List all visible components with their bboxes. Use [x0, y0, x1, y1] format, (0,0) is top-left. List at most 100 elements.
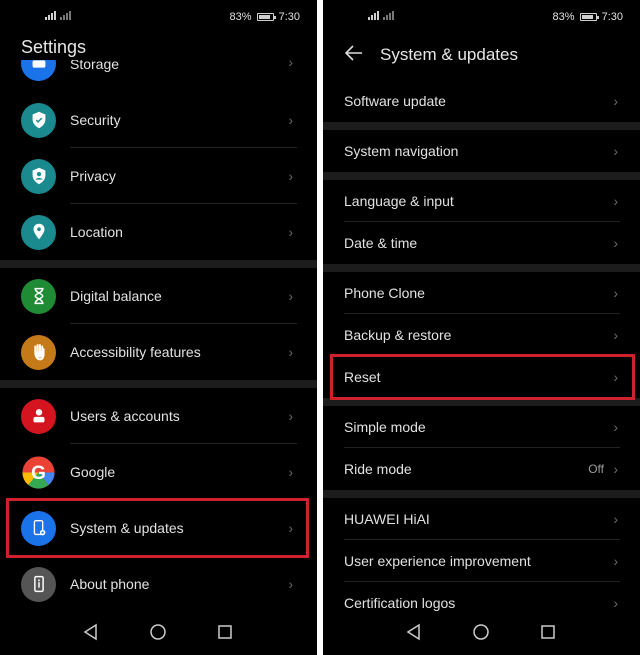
item-label: Reset: [344, 369, 381, 385]
chevron-right-icon: ›: [613, 285, 618, 301]
chevron-right-icon: ›: [288, 60, 293, 70]
phone-gear-icon: [21, 510, 56, 546]
item-label: Users & accounts: [70, 408, 180, 424]
chevron-right-icon: ›: [613, 461, 618, 477]
item-value: Off: [588, 462, 604, 476]
navigation-bar: [323, 623, 640, 643]
battery-percent: 83%: [229, 11, 252, 23]
group-separator: [323, 264, 640, 272]
item-label: Location: [70, 224, 123, 240]
menu-item-date-time[interactable]: Date & time ›: [323, 222, 640, 264]
chevron-right-icon: ›: [613, 193, 618, 209]
clock: 7:30: [278, 11, 300, 23]
svg-text:G: G: [31, 463, 46, 484]
item-label: Security: [70, 112, 121, 128]
group-separator: [323, 172, 640, 180]
item-label: Language & input: [344, 193, 454, 209]
group-separator: [0, 380, 317, 388]
settings-list: Storage › Security › Privacy › Location › Digita…: [0, 60, 317, 612]
menu-item-software-update[interactable]: Software update ›: [323, 80, 640, 122]
settings-item-digital-balance[interactable]: Digital balance ›: [0, 268, 317, 324]
item-label: Software update: [344, 93, 446, 109]
chevron-right-icon: ›: [288, 408, 293, 424]
settings-item-storage[interactable]: Storage ›: [0, 60, 317, 86]
item-label: Ride mode: [344, 461, 412, 477]
settings-item-system-updates[interactable]: System & updates ›: [0, 500, 317, 556]
hand-icon: [21, 334, 56, 370]
back-nav-icon[interactable]: [82, 623, 100, 641]
settings-item-google[interactable]: G Google ›: [0, 444, 317, 500]
group-separator: [323, 122, 640, 130]
settings-item-accessibility-features[interactable]: Accessibility features ›: [0, 324, 317, 380]
page-title: Settings: [21, 37, 87, 57]
item-label: Simple mode: [344, 419, 426, 435]
item-label: System navigation: [344, 143, 459, 159]
item-label: Certification logos: [344, 595, 456, 611]
chevron-right-icon: ›: [613, 327, 618, 343]
chevron-right-icon: ›: [613, 143, 618, 159]
menu-item-ride-mode[interactable]: Ride mode Off ›: [323, 448, 640, 490]
settings-item-privacy[interactable]: Privacy ›: [0, 148, 317, 204]
storage-icon: [21, 60, 56, 81]
menu-item-reset[interactable]: Reset ›: [323, 356, 640, 398]
privacy-shield-icon: [21, 158, 56, 194]
settings-item-security[interactable]: Security ›: [0, 92, 317, 148]
back-nav-icon[interactable]: [405, 623, 423, 641]
settings-item-location[interactable]: Location ›: [0, 204, 317, 260]
settings-item-about-phone[interactable]: About phone ›: [0, 556, 317, 612]
settings-item-users-accounts[interactable]: Users & accounts ›: [0, 388, 317, 444]
menu-item-backup-restore[interactable]: Backup & restore ›: [323, 314, 640, 356]
item-label: Accessibility features: [70, 344, 201, 360]
chevron-right-icon: ›: [288, 576, 293, 592]
group-separator: [323, 490, 640, 498]
system-updates-list: Software update › System navigation › Langua…: [323, 80, 640, 624]
shield-check-icon: [21, 102, 56, 138]
menu-item-system-navigation[interactable]: System navigation ›: [323, 130, 640, 172]
clock: 7:30: [601, 11, 623, 23]
item-label: Storage: [70, 60, 120, 72]
google-icon: G: [21, 455, 56, 490]
back-arrow-icon[interactable]: [343, 42, 365, 64]
menu-item-huawei-hiai[interactable]: HUAWEI HiAI ›: [323, 498, 640, 540]
navigation-bar: [0, 623, 317, 643]
battery-icon: [579, 13, 599, 21]
status-bar: 83% 7:30: [0, 8, 317, 28]
recents-nav-icon[interactable]: [539, 623, 557, 641]
item-label: Privacy: [70, 168, 116, 184]
group-separator: [323, 398, 640, 406]
home-nav-icon[interactable]: [472, 623, 490, 641]
chevron-right-icon: ›: [288, 288, 293, 304]
location-pin-icon: [21, 214, 56, 250]
menu-item-certification-logos[interactable]: Certification logos ›: [323, 582, 640, 624]
menu-item-simple-mode[interactable]: Simple mode ›: [323, 406, 640, 448]
signal-icon: [368, 11, 394, 20]
chevron-right-icon: ›: [288, 520, 293, 536]
chevron-right-icon: ›: [613, 595, 618, 611]
item-label: Date & time: [344, 235, 418, 251]
signal-icon: [45, 11, 71, 20]
item-label: About phone: [70, 576, 150, 592]
battery-icon: [256, 13, 276, 21]
chevron-right-icon: ›: [288, 168, 293, 184]
chevron-right-icon: ›: [613, 235, 618, 251]
recents-nav-icon[interactable]: [216, 623, 234, 641]
chevron-right-icon: ›: [288, 112, 293, 128]
user-icon: [21, 398, 56, 434]
menu-item-phone-clone[interactable]: Phone Clone ›: [323, 272, 640, 314]
menu-item-user-experience-improvement[interactable]: User experience improvement ›: [323, 540, 640, 582]
home-nav-icon[interactable]: [149, 623, 167, 641]
chevron-right-icon: ›: [288, 464, 293, 480]
settings-screen: 83% 7:30 Settings Storage › Security › Priva…: [0, 0, 317, 655]
chevron-right-icon: ›: [288, 344, 293, 360]
chevron-right-icon: ›: [613, 553, 618, 569]
hourglass-icon: [21, 278, 56, 314]
battery-percent: 83%: [552, 11, 575, 23]
menu-item-language-input[interactable]: Language & input ›: [323, 180, 640, 222]
status-bar: 83% 7:30: [323, 8, 640, 28]
item-label: User experience improvement: [344, 553, 531, 569]
header: System & updates: [323, 40, 640, 72]
chevron-right-icon: ›: [613, 419, 618, 435]
page-title: System & updates: [380, 45, 518, 64]
chevron-right-icon: ›: [613, 369, 618, 385]
chevron-right-icon: ›: [288, 224, 293, 240]
